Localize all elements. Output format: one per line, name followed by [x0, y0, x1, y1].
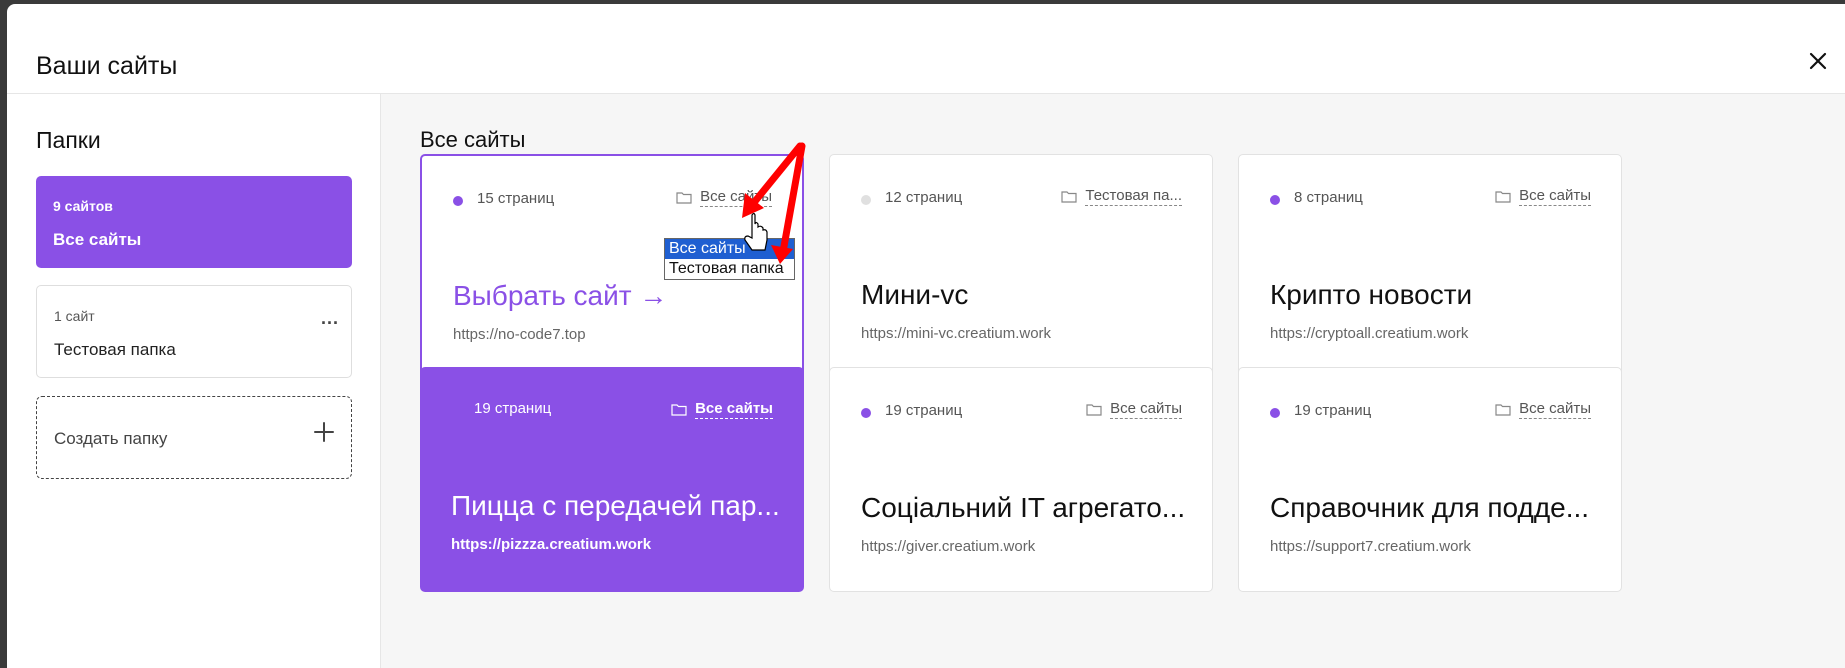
- folder-name: Тестовая па...: [1085, 187, 1182, 206]
- site-card[interactable]: 19 страниц Все сайты Соціальний IT агрег…: [829, 367, 1213, 592]
- site-title: Справочник для подде...: [1270, 492, 1590, 523]
- close-icon: [1809, 52, 1827, 70]
- folder-select[interactable]: Все сайты: [1495, 400, 1591, 419]
- folder-all-sites[interactable]: 9 сайтов Все сайты: [36, 176, 352, 268]
- site-url: https://giver.creatium.work: [861, 538, 1036, 555]
- folders-sidebar: Папки 9 сайтов Все сайты 1 сайт ... Тест…: [7, 94, 381, 668]
- site-card[interactable]: 12 страниц Тестовая па... Мини-vc https:…: [829, 154, 1213, 379]
- site-title: Пицца с передачей пар...: [451, 490, 780, 521]
- pages-count: 19 страниц: [474, 400, 552, 417]
- close-button[interactable]: [1805, 48, 1831, 74]
- site-card[interactable]: 19 страниц Все сайты Пицца с передачей п…: [420, 367, 804, 592]
- folder-icon: [1495, 191, 1511, 203]
- create-folder-button[interactable]: Создать папку: [36, 396, 352, 479]
- folder-select[interactable]: Все сайты: [676, 188, 772, 207]
- pages-count: 19 страниц: [1294, 402, 1372, 419]
- main-title: Все сайты: [420, 127, 526, 152]
- status-dot: [1270, 408, 1280, 418]
- site-url: https://mini-vc.creatium.work: [861, 325, 1052, 342]
- folder-icon: [1495, 404, 1511, 416]
- folder-select[interactable]: Все сайты: [1495, 187, 1591, 206]
- folder-name: Все сайты: [53, 230, 142, 249]
- folder-name: Все сайты: [695, 400, 773, 419]
- folder-name: Все сайты: [700, 188, 772, 207]
- folder-dropdown: Все сайты Тестовая папка: [664, 238, 795, 280]
- folder-count: 9 сайтов: [53, 198, 113, 214]
- site-title: Мини-vc: [861, 279, 969, 310]
- status-dot: [1270, 195, 1280, 205]
- site-url: https://support7.creatium.work: [1270, 538, 1471, 555]
- status-dot: [861, 408, 871, 418]
- folder-name: Все сайты: [1519, 400, 1591, 419]
- choose-site-link[interactable]: Выбрать сайт →: [453, 280, 667, 312]
- folder-icon: [1061, 191, 1077, 203]
- plus-icon: [314, 422, 334, 442]
- sidebar-title: Папки: [36, 127, 101, 153]
- modal-title: Ваши сайты: [36, 52, 178, 80]
- site-url: https://cryptoall.creatium.work: [1270, 325, 1469, 342]
- folder-test[interactable]: 1 сайт ... Тестовая папка: [36, 285, 352, 378]
- site-card[interactable]: 19 страниц Все сайты Справочник для подд…: [1238, 367, 1622, 592]
- sites-main: Все сайты 15 страниц Все сайты Выбрать с…: [381, 94, 1845, 668]
- site-url: https://no-code7.top: [453, 326, 586, 343]
- folder-more-button[interactable]: ...: [321, 308, 339, 329]
- status-dot: [453, 196, 463, 206]
- site-title: Крипто новости: [1270, 279, 1473, 310]
- folder-name: Тестовая папка: [54, 340, 176, 359]
- status-dot: [861, 195, 871, 205]
- folder-icon: [1086, 404, 1102, 416]
- site-card[interactable]: 8 страниц Все сайты Крипто новости https…: [1238, 154, 1622, 379]
- pages-count: 12 страниц: [885, 189, 963, 206]
- site-url: https://pizzza.creatium.work: [451, 536, 652, 553]
- folder-name: Все сайты: [1519, 187, 1591, 206]
- folder-icon: [671, 404, 687, 416]
- folder-icon: [676, 192, 692, 204]
- create-folder-label: Создать папку: [54, 429, 168, 448]
- folder-select[interactable]: Все сайты: [671, 400, 773, 419]
- folder-select[interactable]: Тестовая па...: [1061, 187, 1182, 206]
- dropdown-option[interactable]: Тестовая папка: [665, 259, 794, 279]
- sites-modal: Ваши сайты Папки 9 сайтов Все сайты 1 са…: [7, 4, 1845, 668]
- modal-header: Ваши сайты: [7, 4, 1845, 94]
- pages-count: 8 страниц: [1294, 189, 1363, 206]
- folder-name: Все сайты: [1110, 400, 1182, 419]
- pages-count: 19 страниц: [885, 402, 963, 419]
- site-title: Соціальний IT агрегато...: [861, 492, 1186, 523]
- pages-count: 15 страниц: [477, 190, 555, 207]
- folder-count: 1 сайт: [54, 308, 95, 324]
- folder-select[interactable]: Все сайты: [1086, 400, 1182, 419]
- dropdown-option[interactable]: Все сайты: [665, 239, 794, 259]
